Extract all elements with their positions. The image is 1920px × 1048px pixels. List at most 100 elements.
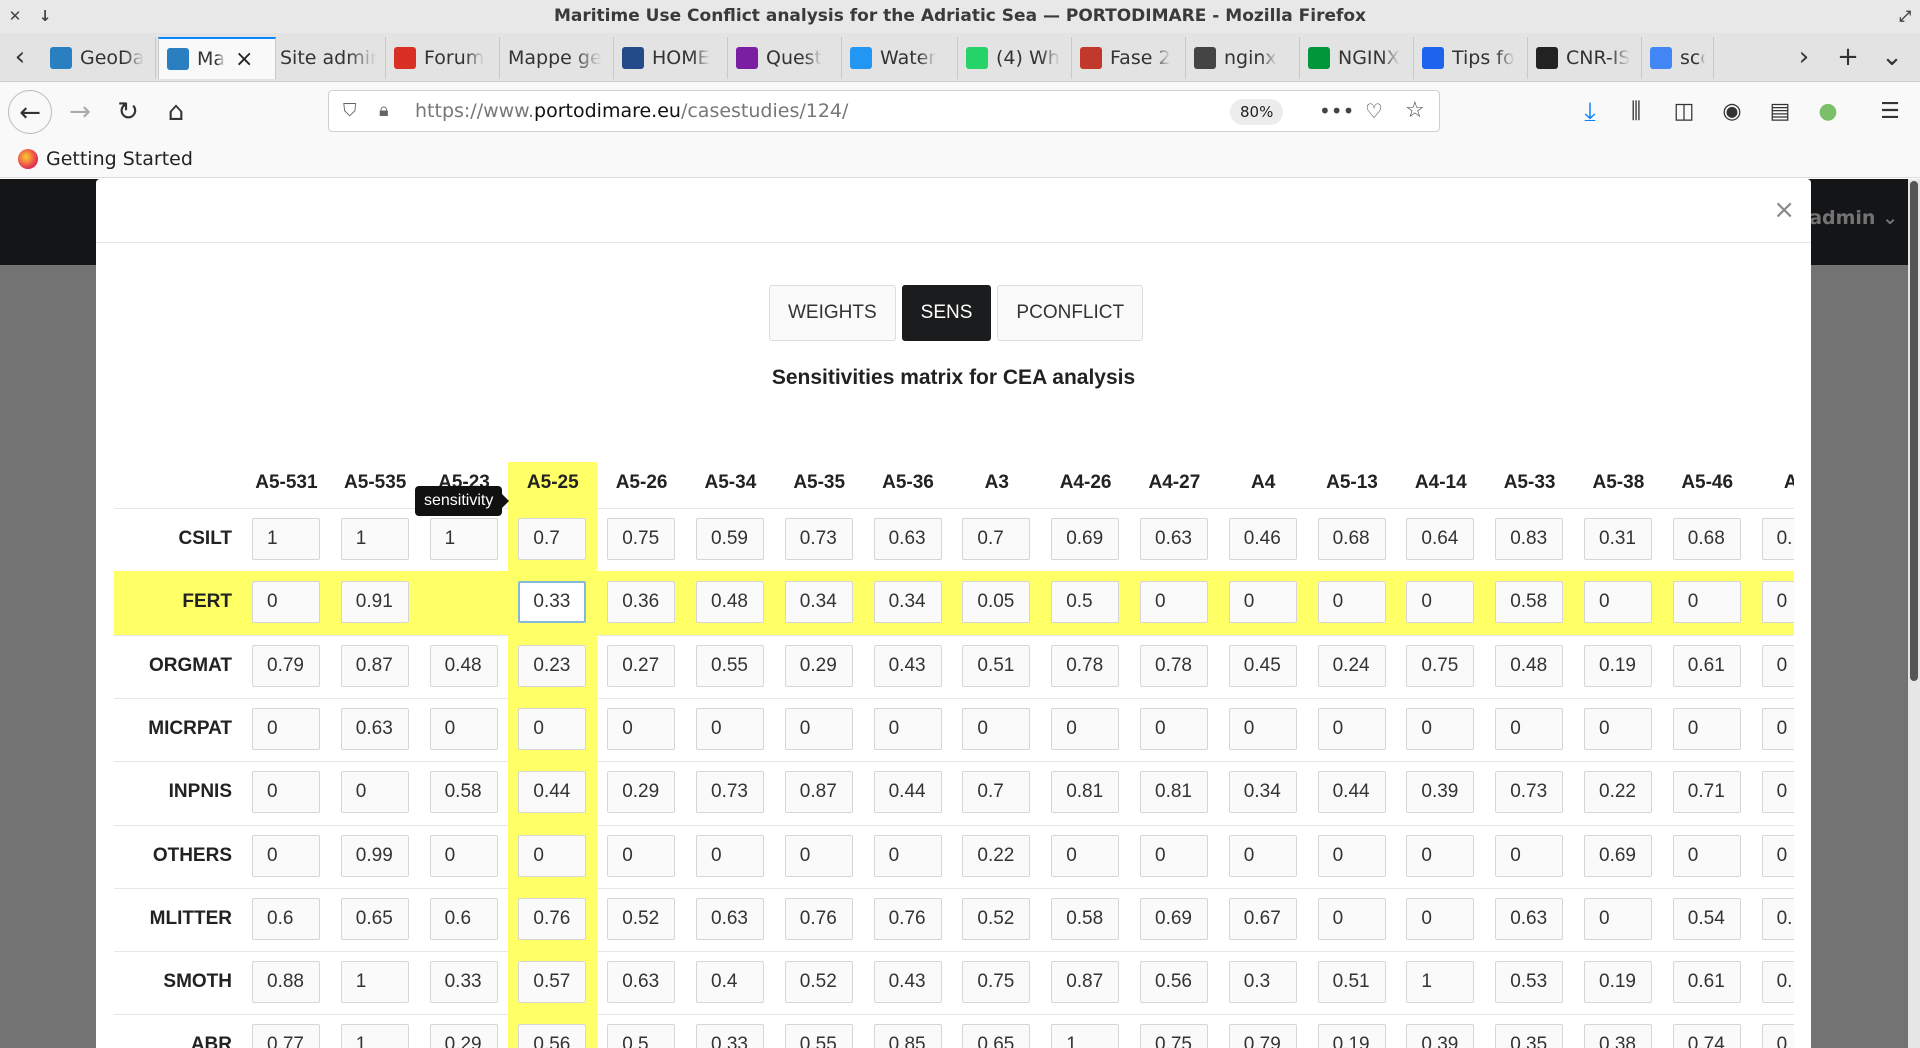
sensitivity-input[interactable]: 0 xyxy=(1495,707,1564,750)
tab-14[interactable]: scopu xyxy=(1642,37,1714,79)
sensitivity-input[interactable]: 0.22 xyxy=(1584,771,1652,814)
sensitivity-input[interactable]: 0 xyxy=(1672,707,1741,750)
sensitivity-input[interactable]: 0 xyxy=(1140,581,1208,624)
sensitivity-input[interactable]: 0.91 xyxy=(340,581,409,624)
sensitivity-input[interactable]: 0.7 xyxy=(518,518,587,560)
tab-5[interactable]: HOME xyxy=(614,37,728,79)
sensitivity-input[interactable]: 0 xyxy=(1761,581,1794,624)
url-text[interactable]: https://www.portodimare.eu/casestudies/1… xyxy=(415,91,848,131)
sensitivity-input[interactable]: 0 xyxy=(1317,834,1386,877)
sensitivity-input[interactable]: 0.76 xyxy=(873,897,942,940)
sensitivity-input[interactable]: 0 xyxy=(1406,707,1475,750)
bookmark-getting-started[interactable]: Getting Started xyxy=(18,142,193,176)
sensitivity-input[interactable]: 0.34 xyxy=(873,581,942,624)
sensitivity-input[interactable]: 0.43 xyxy=(873,961,942,1004)
sensitivity-input[interactable]: 0.69 xyxy=(1051,518,1120,560)
sensitivity-input[interactable]: 0 xyxy=(1672,581,1741,624)
sensitivity-input[interactable]: 0.45 xyxy=(1228,644,1297,687)
sensitivity-input[interactable]: 0.69 xyxy=(1140,897,1208,940)
sensitivity-input[interactable]: 0.51 xyxy=(1317,961,1386,1004)
sensitivity-input[interactable]: 0. xyxy=(1761,1024,1794,1048)
sensitivity-input[interactable]: 0 xyxy=(696,707,764,750)
sensitivity-input[interactable]: 0.63 xyxy=(607,961,676,1004)
sensitivity-input[interactable]: 0.87 xyxy=(784,771,853,814)
sensitivity-input[interactable]: 0.58 xyxy=(429,771,498,814)
sensitivity-input[interactable]: 0.31 xyxy=(1584,518,1652,560)
sensitivity-input[interactable]: 0 xyxy=(518,707,587,750)
sidebar-icon[interactable]: ◫ xyxy=(1662,90,1706,134)
sensitivity-input[interactable]: 0.3 xyxy=(1228,961,1297,1004)
sensitivity-input[interactable]: 0.73 xyxy=(1495,771,1564,814)
window-maximize-icon[interactable]: ⤢ xyxy=(1890,0,1920,33)
tab-weights[interactable]: WEIGHTS xyxy=(769,285,896,341)
sensitivity-input[interactable]: 0 xyxy=(1051,834,1120,877)
sensitivity-input[interactable]: 0 xyxy=(696,834,764,877)
sensitivity-input[interactable]: 0.88 xyxy=(252,961,320,1004)
sensitivity-input[interactable]: 0 xyxy=(1584,707,1652,750)
sensitivity-input[interactable]: 0 xyxy=(1406,581,1475,624)
sensitivity-input[interactable]: 0.36 xyxy=(607,581,676,624)
sensitivity-input[interactable]: 0.56 xyxy=(518,1024,587,1048)
sensitivity-input[interactable]: 1 xyxy=(340,1024,409,1048)
lock-icon[interactable]: 🔒︎ xyxy=(379,91,389,131)
sensitivity-input[interactable]: 0 xyxy=(784,707,853,750)
sensitivity-input[interactable]: 0.77 xyxy=(252,1024,320,1048)
sensitivity-input[interactable]: 0.29 xyxy=(784,644,853,687)
forward-icon[interactable]: → xyxy=(58,90,102,134)
sensitivity-input[interactable]: 0.33 xyxy=(518,581,587,624)
sensitivity-input[interactable]: 0.63 xyxy=(696,897,764,940)
sensitivity-input[interactable]: 0.48 xyxy=(1495,644,1564,687)
account-icon[interactable]: ◉ xyxy=(1710,90,1754,134)
sensitivity-input[interactable]: 1 xyxy=(1406,961,1475,1004)
sensitivity-input[interactable]: 0.78 xyxy=(1051,644,1120,687)
sensitivity-input[interactable]: 0.33 xyxy=(429,961,498,1004)
sensitivity-input[interactable]: 0.44 xyxy=(873,771,942,814)
sensitivity-input[interactable]: 0.22 xyxy=(962,834,1031,877)
sensitivity-input[interactable]: 0.63 xyxy=(1495,897,1564,940)
sensitivity-input[interactable]: 0 xyxy=(252,834,320,877)
sensitivity-input[interactable]: 0 xyxy=(1317,581,1386,624)
sensitivity-input[interactable]: 0.7 xyxy=(962,518,1031,560)
sensitivity-input[interactable]: 0.75 xyxy=(607,518,676,560)
sensitivity-input[interactable]: 0. xyxy=(1761,961,1794,1004)
extension-icon[interactable]: ● xyxy=(1806,90,1850,134)
sensitivity-input[interactable]: 0.73 xyxy=(696,771,764,814)
sensitivity-input[interactable]: 0.69 xyxy=(1584,834,1652,877)
sensitivity-input[interactable]: 0.59 xyxy=(696,518,764,560)
sensitivity-input[interactable]: 0 xyxy=(1761,834,1794,877)
sensitivity-input[interactable]: 0.52 xyxy=(607,897,676,940)
sensitivity-input[interactable]: 0.51 xyxy=(962,644,1031,687)
sensitivity-input[interactable]: 0.99 xyxy=(340,834,409,877)
tab-4[interactable]: Mappe ge xyxy=(500,37,614,79)
sensitivity-input[interactable]: 0.19 xyxy=(1584,961,1652,1004)
sensitivity-input[interactable]: 0.58 xyxy=(1051,897,1120,940)
sensitivity-input[interactable]: 0.27 xyxy=(607,644,676,687)
sensitivity-input[interactable]: 0 xyxy=(784,834,853,877)
tab-close-icon[interactable]: × xyxy=(235,47,253,72)
sensitivity-input[interactable]: 0.19 xyxy=(1584,644,1652,687)
sensitivity-input[interactable]: 0.75 xyxy=(962,961,1031,1004)
sensitivity-input[interactable]: 0 xyxy=(1761,644,1794,687)
sensitivity-input[interactable]: 0.52 xyxy=(784,961,853,1004)
sensitivity-input[interactable]: 0.44 xyxy=(1317,771,1386,814)
sensitivity-input[interactable]: 0 xyxy=(607,834,676,877)
sensitivity-input[interactable]: 0.75 xyxy=(1406,644,1475,687)
sensitivity-input[interactable]: 0.29 xyxy=(429,1024,498,1048)
close-icon[interactable]: × xyxy=(1773,197,1795,223)
tab-3[interactable]: Forum xyxy=(386,37,500,79)
sensitivity-input[interactable]: 0.39 xyxy=(1406,771,1475,814)
scrollbar-thumb[interactable] xyxy=(1910,181,1918,681)
sensitivity-input[interactable]: 0.78 xyxy=(1140,644,1208,687)
sensitivity-input[interactable]: 0.43 xyxy=(873,644,942,687)
sensitivity-input[interactable]: 0.7 xyxy=(962,771,1031,814)
sensitivity-input[interactable]: 0.61 xyxy=(1672,644,1741,687)
sensitivity-input[interactable]: 0.53 xyxy=(1495,961,1564,1004)
sensitivity-input[interactable]: 0.6 xyxy=(252,897,320,940)
tab-1[interactable]: Ma × xyxy=(158,37,276,79)
sensitivity-input[interactable]: 0.38 xyxy=(1584,1024,1652,1048)
back-icon[interactable]: ← xyxy=(8,90,52,134)
sensitivity-input[interactable]: 0.54 xyxy=(1672,897,1741,940)
sensitivity-input[interactable]: 0.74 xyxy=(1672,1024,1741,1048)
sensitivity-input[interactable]: 0 xyxy=(962,707,1031,750)
home-icon[interactable]: ⌂ xyxy=(154,90,198,134)
